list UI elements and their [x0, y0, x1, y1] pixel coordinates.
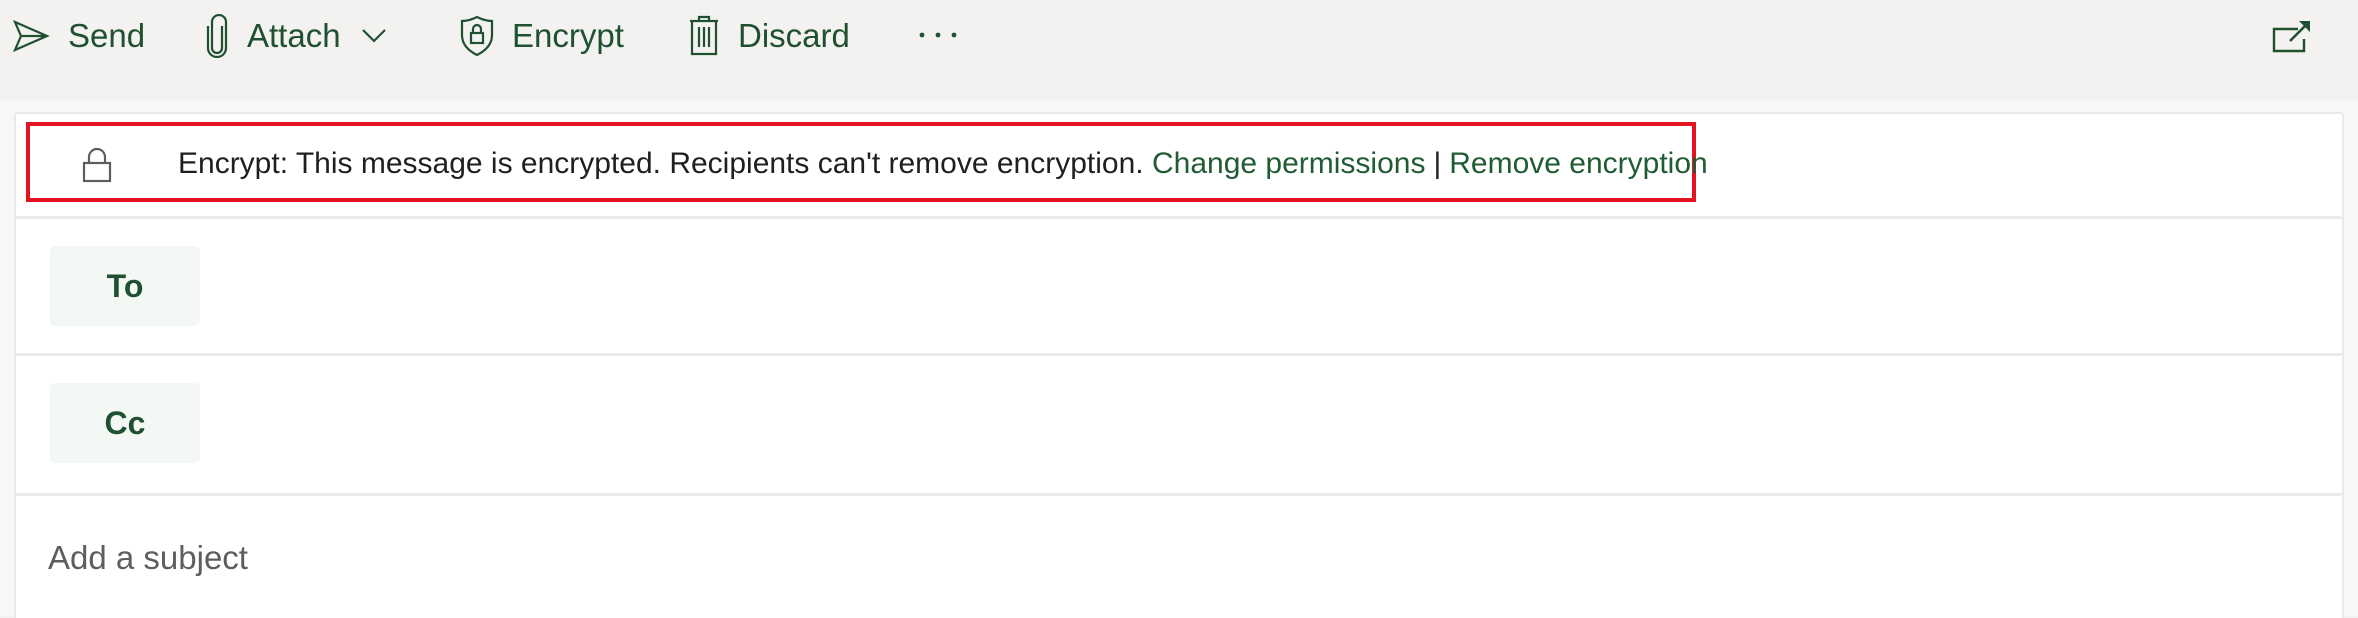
- compose-form: Encrypt: This message is encrypted. Reci…: [14, 112, 2344, 618]
- encrypt-button[interactable]: Encrypt: [460, 8, 624, 64]
- remove-encryption-link[interactable]: Remove encryption: [1449, 147, 1707, 180]
- encryption-message: Encrypt: This message is encrypted. Reci…: [178, 147, 1144, 180]
- more-options-button[interactable]: [918, 8, 958, 64]
- to-row: To: [16, 219, 2342, 356]
- paperclip-icon: [205, 14, 229, 58]
- send-label: Send: [68, 17, 146, 54]
- send-button[interactable]: Send: [12, 8, 145, 64]
- popout-icon: [2272, 19, 2312, 53]
- chevron-down-icon[interactable]: [361, 28, 387, 44]
- shield-lock-icon: [460, 15, 494, 57]
- cc-row: Cc: [16, 356, 2342, 496]
- discard-button[interactable]: Discard: [688, 8, 850, 64]
- link-separator: |: [1433, 147, 1442, 180]
- cc-input[interactable]: [226, 376, 2310, 468]
- encryption-banner-text: Encrypt: This message is encrypted. Reci…: [178, 138, 1708, 190]
- send-icon: [12, 17, 50, 55]
- encrypt-label: Encrypt: [512, 17, 624, 54]
- to-button[interactable]: To: [50, 246, 200, 326]
- popout-button[interactable]: [2272, 8, 2312, 64]
- attach-button[interactable]: Attach: [205, 8, 387, 64]
- compose-toolbar: Send Attach Encrypt Discard: [0, 0, 2358, 100]
- scrollbar[interactable]: [2354, 100, 2358, 616]
- attach-label: Attach: [247, 17, 341, 54]
- change-permissions-link[interactable]: Change permissions: [1152, 147, 1425, 180]
- subject-row: [16, 496, 2342, 616]
- to-input[interactable]: [226, 239, 2310, 331]
- more-icon: [918, 31, 958, 41]
- subject-input[interactable]: [46, 522, 2250, 594]
- lock-icon: [82, 147, 112, 188]
- discard-label: Discard: [738, 17, 850, 54]
- compose-area: Encrypt: This message is encrypted. Reci…: [0, 100, 2358, 618]
- cc-button[interactable]: Cc: [50, 383, 200, 463]
- encryption-banner: Encrypt: This message is encrypted. Reci…: [16, 114, 2342, 219]
- trash-icon: [688, 15, 720, 57]
